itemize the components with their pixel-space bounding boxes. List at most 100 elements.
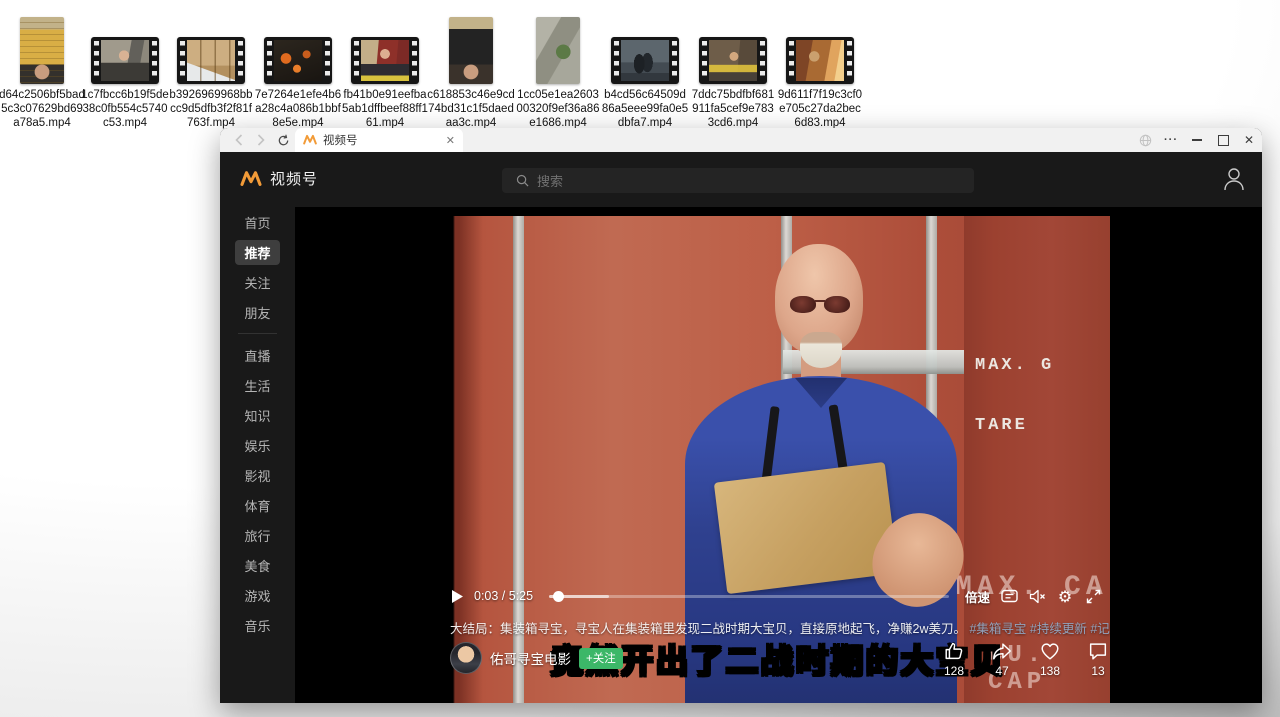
minimize-button[interactable] xyxy=(1184,128,1210,152)
comment-bubble-icon xyxy=(1087,640,1109,662)
favorite-count: 138 xyxy=(1040,664,1060,678)
sidebar-item-home[interactable]: 首页 xyxy=(220,207,295,237)
sunglasses xyxy=(790,296,850,313)
globe-icon[interactable] xyxy=(1132,128,1158,152)
close-button[interactable]: ✕ xyxy=(1236,128,1262,152)
time-display: 0:03 / 5:25 xyxy=(474,589,533,603)
sidebar-item-sports[interactable]: 体育 xyxy=(220,490,295,520)
app-name: 视频号 xyxy=(270,168,318,189)
tab-title: 视频号 xyxy=(323,132,446,148)
forward-button[interactable] xyxy=(250,134,272,146)
mute-icon[interactable] xyxy=(1028,587,1046,605)
sidebar-divider xyxy=(238,333,277,334)
comment-button[interactable]: 13 xyxy=(1082,640,1110,678)
back-button[interactable] xyxy=(228,134,250,146)
comment-count: 13 xyxy=(1091,664,1104,678)
video-poster-thumbnail xyxy=(20,17,64,84)
file-name: 7e7264e1efe4b6a28c4a086b1bbf8e5e.mp4 xyxy=(254,88,342,130)
file-name: b4cd56c64509d86a5eee99fa0e5dbfa7.mp4 xyxy=(601,88,689,130)
heart-icon xyxy=(1039,640,1061,662)
share-button[interactable]: 47 xyxy=(986,640,1018,678)
video-player[interactable]: MAX. G TARE MAX. CA CU. CAP 竟然开出了二战时期的大宝… xyxy=(443,216,1110,703)
file-name: c618853c46e9cd74bd31c1f5daedaa3c.mp4 xyxy=(427,88,515,130)
video-poster-thumbnail xyxy=(536,17,580,84)
sidebar-item-movies[interactable]: 影视 xyxy=(220,460,295,490)
sidebar-item-following[interactable]: 关注 xyxy=(220,267,295,297)
container-marking-text: MAX. G xyxy=(975,356,1054,375)
play-button[interactable] xyxy=(451,589,464,604)
desktop-file[interactable]: 1c7fbcc6b19f5de38c0fb554c5740c53.mp4 xyxy=(78,4,172,130)
film-strip-thumbnail xyxy=(611,37,679,84)
sidebar-item-entertainment[interactable]: 娱乐 xyxy=(220,430,295,460)
wechat-channels-window: 视频号 ✕ ··· ✕ 视频号 xyxy=(220,128,1262,703)
file-name: 1cc05e1ea260300320f9ef36a86e1686.mp4 xyxy=(514,88,602,130)
clipboard xyxy=(714,462,898,594)
desktop-file[interactable]: fb41b0e91eefba5ab1dffbeef88ff161.mp4 xyxy=(338,4,432,130)
like-count: 128 xyxy=(944,664,964,678)
film-strip-thumbnail xyxy=(699,37,767,84)
file-name: fb41b0e91eefba5ab1dffbeef88ff161.mp4 xyxy=(341,88,429,130)
search-icon xyxy=(516,174,529,187)
file-name: d64c2506bf5bad5c3c07629bd69a78a5.mp4 xyxy=(0,88,86,130)
playback-speed-button[interactable]: 倍速 xyxy=(965,587,990,606)
search-placeholder: 搜索 xyxy=(537,171,563,190)
tab-close-icon[interactable]: ✕ xyxy=(446,134,455,147)
fullscreen-icon[interactable] xyxy=(1084,587,1102,605)
follow-button[interactable]: +关注 xyxy=(579,648,623,669)
film-strip-thumbnail xyxy=(91,37,159,84)
profile-icon[interactable] xyxy=(1222,166,1246,197)
app-header: 视频号 搜索 xyxy=(220,152,1262,207)
brand: 视频号 xyxy=(240,168,318,189)
film-strip-thumbnail xyxy=(786,37,854,84)
share-arrow-icon xyxy=(991,640,1013,662)
action-bar: 128 47 138 13 xyxy=(938,640,1110,678)
progress-bar[interactable] xyxy=(549,589,949,603)
file-name: b3926969968bbcc9d5dfb3f2f81f763f.mp4 xyxy=(167,88,255,130)
danmaku-toggle-icon[interactable] xyxy=(1000,587,1018,605)
maximize-button[interactable] xyxy=(1210,128,1236,152)
sidebar-item-food[interactable]: 美食 xyxy=(220,550,295,580)
sidebar-item-games[interactable]: 游戏 xyxy=(220,580,295,610)
desktop-file[interactable]: d64c2506bf5bad5c3c07629bd69a78a5.mp4 xyxy=(0,4,89,130)
desktop-file[interactable]: b4cd56c64509d86a5eee99fa0e5dbfa7.mp4 xyxy=(598,4,692,130)
channels-logo-icon xyxy=(303,134,317,146)
sidebar-item-music[interactable]: 音乐 xyxy=(220,610,295,640)
channels-logo-icon xyxy=(240,170,262,188)
person-beard xyxy=(800,332,842,368)
file-name: 9d611f7f19c3cf0e705c27da2bec6d83.mp4 xyxy=(776,88,864,130)
author-name[interactable]: 佑哥寻宝电影 xyxy=(490,648,571,668)
favorite-button[interactable]: 138 xyxy=(1034,640,1066,678)
player-controls: 0:03 / 5:25 倍速 ⚙ xyxy=(443,584,1110,608)
desktop-file[interactable]: b3926969968bbcc9d5dfb3f2f81f763f.mp4 xyxy=(164,4,258,130)
sidebar-item-friends[interactable]: 朋友 xyxy=(220,297,295,327)
refresh-button[interactable] xyxy=(272,134,294,147)
like-button[interactable]: 128 xyxy=(938,640,970,678)
video-poster-thumbnail xyxy=(449,17,493,84)
sidebar-item-life[interactable]: 生活 xyxy=(220,370,295,400)
desktop-file[interactable]: 9d611f7f19c3cf0e705c27da2bec6d83.mp4 xyxy=(773,4,867,130)
more-menu-button[interactable]: ··· xyxy=(1158,128,1184,152)
film-strip-thumbnail xyxy=(177,37,245,84)
desktop-file[interactable]: 1cc05e1ea260300320f9ef36a86e1686.mp4 xyxy=(511,4,605,130)
desktop-file[interactable]: c618853c46e9cd74bd31c1f5daedaa3c.mp4 xyxy=(424,4,518,130)
browser-tab[interactable]: 视频号 ✕ xyxy=(295,128,463,152)
hashtags[interactable]: #集箱寻宝 #持续更新 #记录片 xyxy=(969,622,1110,636)
progress-thumb[interactable] xyxy=(553,591,564,602)
sidebar-item-recommended[interactable]: 推荐 xyxy=(220,237,295,267)
sidebar: 首页 推荐 关注 朋友 直播 生活 知识 娱乐 影视 体育 旅行 美食 游戏 音… xyxy=(220,207,295,703)
share-count: 47 xyxy=(995,664,1008,678)
sidebar-item-travel[interactable]: 旅行 xyxy=(220,520,295,550)
settings-gear-icon[interactable]: ⚙ xyxy=(1056,587,1074,605)
sidebar-item-live[interactable]: 直播 xyxy=(220,340,295,370)
author-avatar[interactable] xyxy=(450,642,482,674)
search-input[interactable]: 搜索 xyxy=(502,168,974,193)
container-marking-text: TARE xyxy=(975,416,1028,435)
desktop-file[interactable]: 7ddc75bdfbf681911fa5cef9e7833cd6.mp4 xyxy=(686,4,780,130)
app-content: 视频号 搜索 首页 推荐 关注 朋友 直播 生活 知识 娱乐 影视 体育 xyxy=(220,152,1262,703)
film-strip-thumbnail xyxy=(351,37,419,84)
thumbs-up-icon xyxy=(943,640,965,662)
file-name: 7ddc75bdfbf681911fa5cef9e7833cd6.mp4 xyxy=(689,88,777,130)
sidebar-item-knowledge[interactable]: 知识 xyxy=(220,400,295,430)
film-strip-thumbnail xyxy=(264,37,332,84)
desktop-file[interactable]: 7e7264e1efe4b6a28c4a086b1bbf8e5e.mp4 xyxy=(251,4,345,130)
